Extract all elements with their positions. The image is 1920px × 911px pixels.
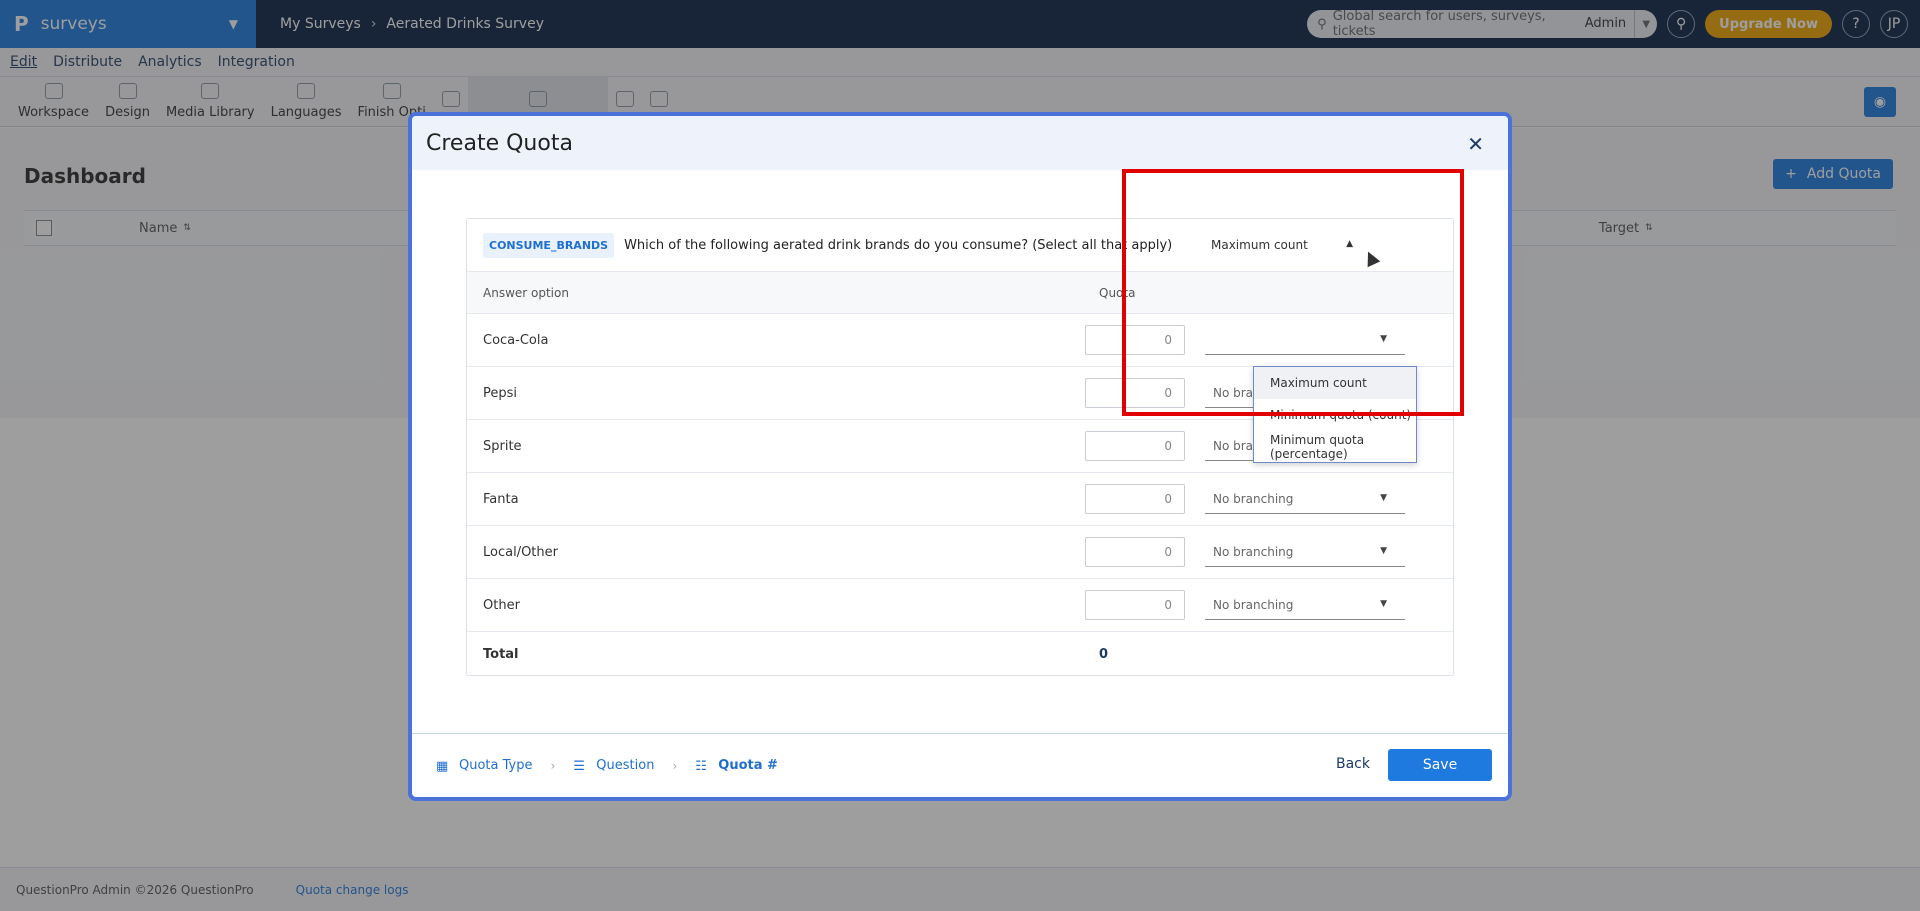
chevron-right-icon: › <box>550 758 556 773</box>
total-row: Total 0 <box>467 632 1453 677</box>
step-label: Question <box>596 758 655 773</box>
table-row: Local/Other 0 No branching ▼ <box>467 526 1453 579</box>
answer-label: Local/Other <box>483 544 558 560</box>
step-label: Quota Type <box>459 758 533 773</box>
annotation-highlight <box>1122 169 1464 416</box>
answer-label: Sprite <box>483 438 522 454</box>
close-icon[interactable]: ✕ <box>1467 132 1484 156</box>
branching-select[interactable]: No branching ▼ <box>1205 484 1405 514</box>
table-row: Other 0 No branching ▼ <box>467 579 1453 632</box>
modal-title: Create Quota <box>426 130 573 156</box>
caret-down-icon: ▼ <box>1380 599 1387 609</box>
modal-header: Create Quota ✕ <box>412 116 1508 170</box>
caret-down-icon: ▼ <box>1380 546 1387 556</box>
branching-value: No branching <box>1213 491 1294 506</box>
list-icon: ☰ <box>573 759 585 774</box>
chevron-right-icon: › <box>672 758 678 773</box>
branching-select[interactable]: No branching ▼ <box>1205 537 1405 567</box>
answer-label: Pepsi <box>483 385 518 401</box>
quota-input[interactable]: 0 <box>1085 484 1185 514</box>
answer-label: Fanta <box>483 491 519 507</box>
quota-input[interactable]: 0 <box>1085 590 1185 620</box>
quota-input[interactable]: 0 <box>1085 537 1185 567</box>
branching-value: No branching <box>1213 597 1294 612</box>
sliders-icon: ☷ <box>695 759 707 774</box>
back-button[interactable]: Back <box>1336 756 1370 772</box>
question-code-badge: CONSUME_BRANDS <box>483 232 615 258</box>
table-row: Fanta 0 No branching ▼ <box>467 473 1453 526</box>
caret-down-icon: ▼ <box>1380 493 1387 503</box>
total-value: 0 <box>1099 647 1109 662</box>
question-text: Which of the following aerated drink bra… <box>624 237 1173 253</box>
step-quota-number[interactable]: ☷ Quota # <box>695 758 778 774</box>
branching-value: No branching <box>1213 544 1294 559</box>
step-question[interactable]: ☰ Question <box>573 758 655 774</box>
grid-icon: ▦ <box>436 759 449 774</box>
quota-input[interactable]: 0 <box>1085 431 1185 461</box>
save-button[interactable]: Save <box>1388 749 1492 781</box>
step-label: Quota # <box>718 758 778 773</box>
modal-footer: ▦ Quota Type › ☰ Question › ☷ Quota # Ba… <box>412 733 1508 797</box>
step-quota-type[interactable]: ▦ Quota Type <box>436 758 533 774</box>
option-minimum-quota-percentage[interactable]: Minimum quota (percentage) <box>1254 431 1416 463</box>
answer-label: Other <box>483 597 520 613</box>
column-answer-option: Answer option <box>483 285 569 300</box>
answer-label: Coca-Cola <box>483 332 549 348</box>
total-label: Total <box>483 647 519 662</box>
branching-select[interactable]: No branching ▼ <box>1205 590 1405 620</box>
